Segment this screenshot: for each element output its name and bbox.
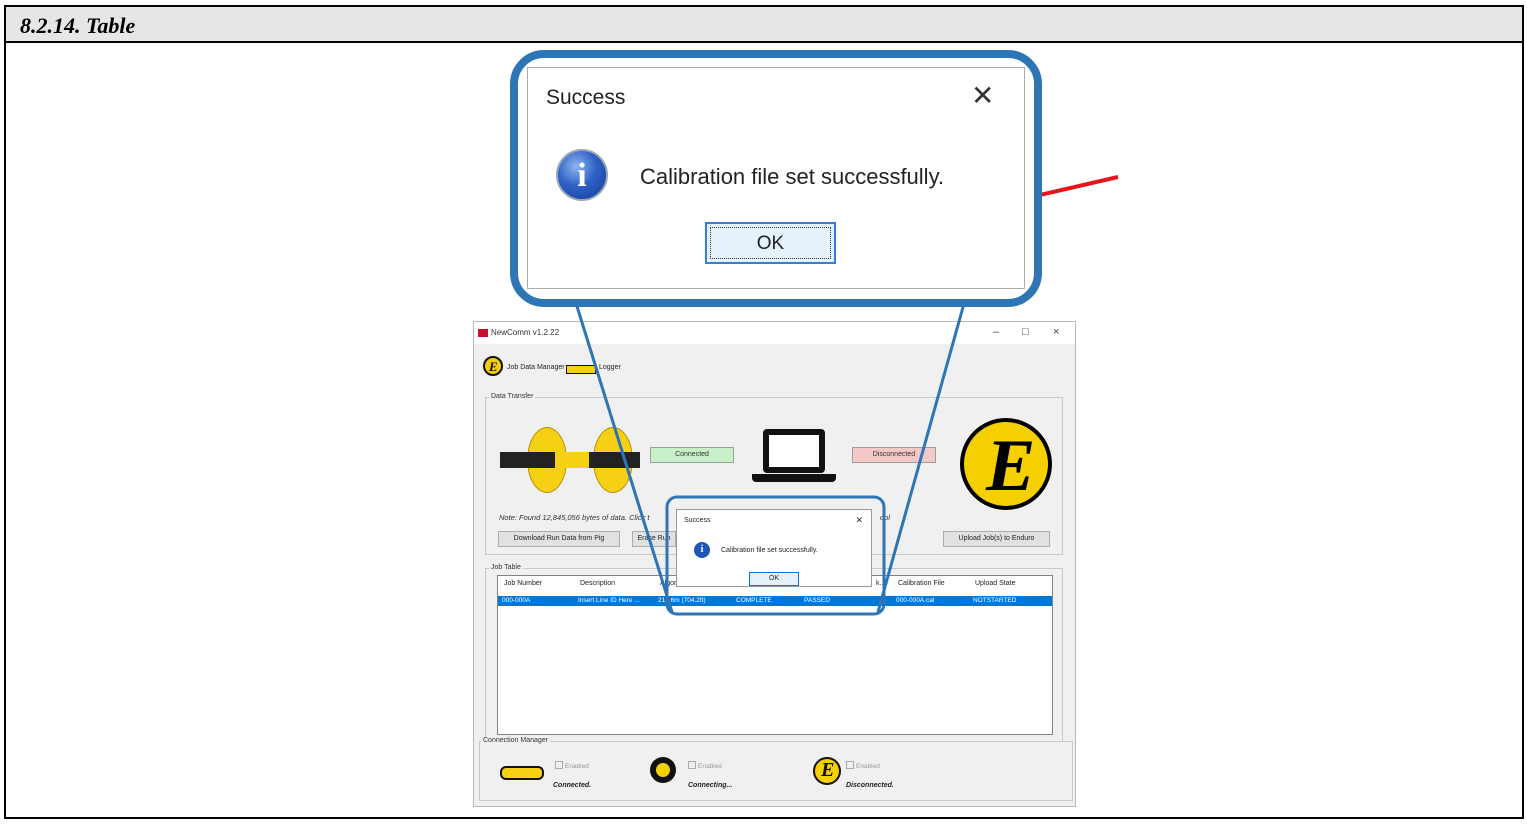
data-note: Note: Found 12,845,056 bytes of data. Cl… (499, 513, 650, 522)
tab-job-data-manager[interactable]: Job Data Manager (507, 364, 565, 371)
mini-ok-button[interactable]: OK (749, 572, 799, 586)
data-transfer-label: Data Transfer (489, 393, 536, 400)
col-job-number[interactable]: Job Number (504, 580, 542, 587)
laptop-base (752, 474, 836, 482)
connection-manager-label: Connection Manager (481, 737, 550, 744)
radio-antenna-icon (650, 757, 676, 783)
erase-run-button[interactable]: Erase Run (632, 531, 676, 547)
cell-status: COMPLETE (736, 597, 772, 604)
app-icon (478, 329, 488, 337)
cell-validation: PASSED (804, 597, 830, 604)
pig-enabled-checkbox[interactable]: Enabled (555, 761, 589, 770)
laptop-icon (763, 429, 825, 473)
radio-enabled-checkbox[interactable]: Enabled (688, 761, 722, 770)
info-icon: i (556, 149, 608, 201)
download-run-data-button[interactable]: Download Run Data from Pig (498, 531, 620, 547)
cell-algorithm: 214.6m (704.2ft) (658, 597, 706, 604)
maximize-icon[interactable]: □ (1022, 326, 1029, 338)
col-calibration-file[interactable]: Calibration File (898, 580, 945, 587)
section-header: 8.2.14. Table (6, 7, 1522, 43)
close-icon[interactable]: × (1053, 326, 1059, 338)
enduro-logo-icon: E (960, 418, 1052, 510)
enduro-connection-status: Disconnected. (846, 782, 894, 789)
close-icon[interactable]: ✕ (971, 82, 994, 110)
window-titlebar: NewComm v1.2.22 – □ × (474, 322, 1075, 344)
radio-connection-status: Connecting... (688, 782, 733, 789)
job-table-list[interactable]: Job Number Description Algori k... Calib… (497, 575, 1053, 735)
job-table-label: Job Table (489, 564, 523, 571)
ok-button-label: OK (756, 233, 785, 254)
enduro-connection-icon: E (813, 757, 841, 785)
minimize-icon[interactable]: – (993, 326, 999, 338)
enduro-status-badge: Disconnected (852, 447, 936, 463)
mini-dialog-message: Calibration file set successfully. (721, 547, 818, 554)
mini-close-icon[interactable]: ✕ (855, 515, 863, 526)
ok-button[interactable]: OK (705, 222, 836, 264)
cell-calibration-file: 000-000A.cal (896, 597, 935, 604)
data-note-tail: ool (880, 513, 891, 522)
pig-connection-icon (500, 766, 544, 780)
section-title: 8.2.14. Table (20, 13, 136, 38)
upload-jobs-button[interactable]: Upload Job(s) to Enduro (943, 531, 1050, 547)
pig-connection-status: Connected. (553, 782, 592, 789)
pig-icon (566, 365, 596, 374)
col-upload-state[interactable]: Upload State (975, 580, 1015, 587)
cell-upload-state: NOTSTARTED (973, 597, 1017, 604)
connection-manager-group (479, 741, 1073, 801)
table-row[interactable]: 000-000A Insert Line ID Here ... 214.6m … (498, 596, 1052, 606)
mini-info-icon: i (694, 542, 710, 558)
cell-description: Insert Line ID Here ... (578, 597, 640, 604)
mini-success-dialog: Success ✕ i Calibration file set success… (676, 509, 872, 587)
enduro-e-icon (483, 356, 503, 376)
window-title: NewComm v1.2.22 (491, 328, 560, 337)
pig-status-badge: Connected (650, 447, 734, 463)
dialog-message: Calibration file set successfully. (640, 164, 945, 189)
enduro-enabled-checkbox[interactable]: Enabled (846, 761, 880, 770)
col-description[interactable]: Description (580, 580, 615, 587)
dialog-title: Success (546, 86, 626, 109)
tab-logger[interactable]: Logger (599, 364, 621, 371)
col-truncated[interactable]: k... (876, 580, 885, 587)
mini-dialog-title: Success (684, 517, 711, 524)
cell-job-number: 000-000A (502, 597, 531, 604)
